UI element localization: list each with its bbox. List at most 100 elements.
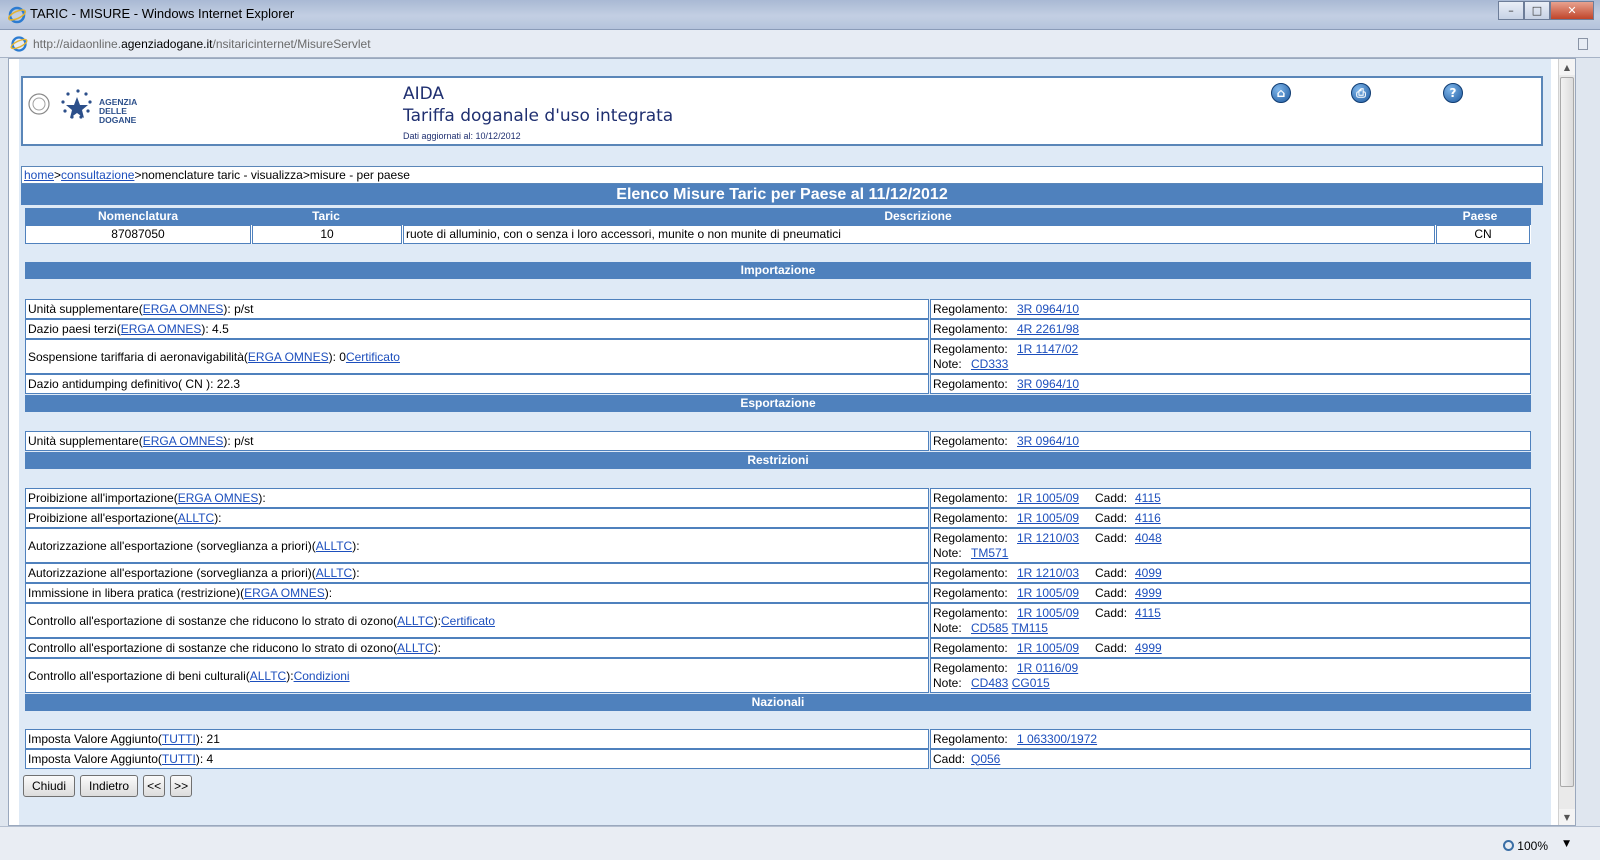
cadd-link[interactable]: 4099 [1135, 566, 1162, 580]
cell-taric: 10 [252, 225, 402, 244]
vertical-scrollbar[interactable]: ▲ ▼ [1558, 59, 1575, 825]
regulation-link[interactable]: 1R 1005/09 [1017, 491, 1083, 506]
condizioni-link[interactable]: Condizioni [294, 669, 350, 683]
measure-row: Controllo all'esportazione di sostanze c… [25, 638, 1531, 658]
cadd-link[interactable]: Q056 [971, 752, 1000, 766]
note-link[interactable]: CD585 [971, 621, 1008, 635]
regulation-link[interactable]: 1R 1147/02 [1017, 342, 1078, 356]
breadcrumb-home-link[interactable]: home [24, 168, 54, 182]
section-esportazione: Esportazione [25, 395, 1531, 412]
regulation-link[interactable]: 1R 1005/09 [1017, 641, 1083, 656]
geo-link[interactable]: ERGA OMNES [244, 586, 325, 600]
address-bar: http://aidaonline.agenziadogane.it/nsita… [0, 30, 1600, 58]
measure-row: Autorizzazione all'esportazione (sorvegl… [25, 563, 1531, 583]
zoom-icon [1503, 840, 1515, 851]
geo-link[interactable]: TUTTI [162, 752, 196, 766]
regulation-link[interactable]: 4R 2261/98 [1017, 322, 1079, 336]
url-field[interactable]: http://aidaonline.agenziadogane.it/nsita… [33, 37, 371, 51]
agenzia-dogane-logo [28, 89, 92, 119]
geo-link[interactable]: ALLTC [316, 566, 352, 580]
indietro-button[interactable]: Indietro [80, 775, 139, 797]
geo-link[interactable]: ALLTC [250, 669, 286, 683]
cadd-link[interactable]: 4048 [1135, 531, 1162, 545]
col-nomenclatura: Nomenclatura [97, 209, 179, 223]
page-title: Elenco Misure Taric per Paese al 11/12/2… [21, 184, 1543, 205]
measure-row: Unità supplementare( ERGA OMNES ): p/st … [25, 299, 1531, 319]
cadd-link[interactable]: 4116 [1135, 511, 1161, 525]
geo-link[interactable]: ERGA OMNES [121, 322, 202, 336]
measure-row: Dazio paesi terzi( ERGA OMNES ): 4.5 Reg… [25, 319, 1531, 339]
next-page-button[interactable]: >> [170, 775, 193, 797]
breadcrumb-rest: >nomenclature taric - visualizza>misure … [134, 168, 410, 182]
measure-row: Proibizione all'esportazione( ALLTC ): R… [25, 508, 1531, 528]
chiudi-button[interactable]: Chiudi [23, 775, 76, 797]
cadd-link[interactable]: 4115 [1135, 606, 1161, 620]
window-titlebar: TARIC - MISURE - Windows Internet Explor… [0, 0, 1600, 30]
measure-row: Sospensione tariffaria di aeronavigabili… [25, 339, 1531, 374]
previous-page-button[interactable]: << [143, 775, 166, 797]
status-bar: 100% ▼ [0, 826, 1600, 860]
page-content: AGENZIA DELLE DOGANE AIDA Tariffa dogana… [19, 59, 1551, 825]
col-paese: Paese [1462, 209, 1498, 223]
scroll-down-icon[interactable]: ▼ [1559, 809, 1575, 825]
home-icon[interactable]: ⌂ [1271, 83, 1291, 103]
print-icon[interactable]: ⎙ [1351, 83, 1371, 103]
geo-link[interactable]: ALLTC [397, 641, 433, 655]
note-link[interactable]: CG015 [1012, 676, 1050, 690]
col-taric: Taric [312, 209, 340, 223]
breadcrumb-consultazione-link[interactable]: consultazione [61, 168, 134, 182]
cadd-link[interactable]: 4115 [1135, 491, 1161, 505]
regulation-link[interactable]: 1R 1210/03 [1017, 566, 1083, 581]
geo-link[interactable]: TUTTI [162, 732, 196, 746]
data-update-date: Dati aggiornati al: 10/12/2012 [403, 131, 521, 141]
app-name: AIDA [403, 84, 445, 104]
window-title: TARIC - MISURE - Windows Internet Explor… [30, 6, 295, 21]
geo-link[interactable]: ERGA OMNES [178, 491, 259, 505]
regulation-link[interactable]: 1R 1210/03 [1017, 531, 1083, 546]
note-link[interactable]: CD333 [971, 357, 1008, 371]
table-row: 87087050 10 ruote di alluminio, con o se… [25, 225, 1531, 244]
measure-row: Imposta Valore Aggiunto( TUTTI ): 4 Cadd… [25, 749, 1531, 769]
geo-link[interactable]: ERGA OMNES [143, 434, 224, 448]
regulation-link[interactable]: 1R 1005/09 [1017, 606, 1083, 621]
certificato-link[interactable]: Certificato [346, 350, 400, 364]
regulation-link[interactable]: 1R 1005/09 [1017, 511, 1083, 526]
scroll-up-icon[interactable]: ▲ [1559, 59, 1575, 75]
geo-link[interactable]: ALLTC [397, 614, 433, 628]
minimize-button[interactable]: – [1498, 1, 1524, 20]
measure-row: Autorizzazione all'esportazione (sorvegl… [25, 528, 1531, 563]
cadd-link[interactable]: 4999 [1135, 586, 1162, 600]
item-table-header: Nomenclatura Taric Descrizione Paese [25, 208, 1531, 225]
page-resize-icon[interactable] [1578, 38, 1588, 50]
zoom-dropdown-icon[interactable]: ▼ [1563, 839, 1570, 849]
certificato-link[interactable]: Certificato [441, 614, 495, 628]
note-link[interactable]: TM115 [1011, 621, 1047, 635]
footer-buttons: Chiudi Indietro << >> [23, 775, 193, 797]
measure-row: Immissione in libera pratica (restrizion… [25, 583, 1531, 603]
geo-link[interactable]: ERGA OMNES [248, 350, 329, 364]
app-subtitle: Tariffa doganale d'uso integrata [403, 106, 674, 126]
geo-link[interactable]: ERGA OMNES [143, 302, 224, 316]
regulation-link[interactable]: 3R 0964/10 [1017, 434, 1079, 448]
ie-icon [8, 6, 26, 24]
regulation-link[interactable]: 1R 0116/09 [1017, 661, 1078, 675]
regulation-link[interactable]: 1 063300/1972 [1017, 732, 1097, 746]
help-icon[interactable]: ? [1443, 83, 1463, 103]
note-link[interactable]: TM571 [971, 546, 1008, 560]
regulation-link[interactable]: 3R 0964/10 [1017, 302, 1079, 316]
cell-descrizione: ruote di alluminio, con o senza i loro a… [403, 225, 1435, 244]
measure-row: Imposta Valore Aggiunto( TUTTI ): 21 Reg… [25, 729, 1531, 749]
close-window-button[interactable]: ✕ [1550, 1, 1594, 20]
browser-viewport: AGENZIA DELLE DOGANE AIDA Tariffa dogana… [8, 58, 1576, 826]
zoom-level[interactable]: 100% [1503, 839, 1548, 853]
cell-paese: CN [1436, 225, 1530, 244]
regulation-link[interactable]: 3R 0964/10 [1017, 377, 1079, 391]
geo-link[interactable]: ALLTC [178, 511, 214, 525]
cadd-link[interactable]: 4999 [1135, 641, 1162, 655]
maximize-button[interactable]: □ [1524, 1, 1550, 20]
scrollbar-thumb[interactable] [1560, 77, 1574, 787]
regulation-link[interactable]: 1R 1005/09 [1017, 586, 1083, 601]
geo-link[interactable]: ALLTC [316, 539, 352, 553]
page-header: AGENZIA DELLE DOGANE AIDA Tariffa dogana… [21, 76, 1543, 146]
note-link[interactable]: CD483 [971, 676, 1008, 690]
